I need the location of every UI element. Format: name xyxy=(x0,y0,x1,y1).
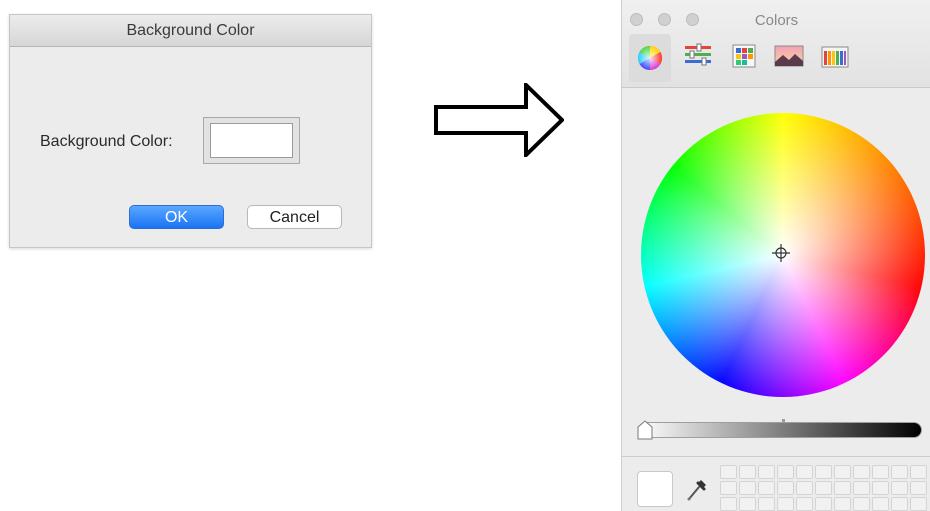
color-swatch-slot[interactable] xyxy=(815,497,832,511)
color-swatch-slot[interactable] xyxy=(891,481,908,495)
color-swatch-slot[interactable] xyxy=(739,481,756,495)
color-swatch-slot[interactable] xyxy=(834,481,851,495)
color-swatch-slot[interactable] xyxy=(910,481,927,495)
color-swatch-slot[interactable] xyxy=(720,465,737,479)
color-swatch-slot[interactable] xyxy=(891,465,908,479)
colors-panel-title: Colors xyxy=(754,12,799,29)
tab-image-palettes[interactable] xyxy=(768,38,810,74)
color-swatch-slot[interactable] xyxy=(720,497,737,511)
colors-panel-footer xyxy=(622,456,930,511)
color-swatch-slot[interactable] xyxy=(910,465,927,479)
color-sliders-icon xyxy=(685,43,711,66)
background-color-dialog: Background Color Background Color: OK Ca… xyxy=(9,14,372,248)
background-color-well[interactable] xyxy=(203,117,300,164)
color-swatch-slot[interactable] xyxy=(853,481,870,495)
color-swatches-grid xyxy=(720,465,927,511)
brightness-slider[interactable] xyxy=(638,422,922,438)
color-swatch-slot[interactable] xyxy=(758,497,775,511)
color-swatch-slot[interactable] xyxy=(739,465,756,479)
color-swatch-slot[interactable] xyxy=(796,497,813,511)
color-swatch-slot[interactable] xyxy=(758,465,775,479)
color-swatch-slot[interactable] xyxy=(777,481,794,495)
brightness-slider-thumb[interactable] xyxy=(636,420,654,440)
crosshair-icon[interactable] xyxy=(772,244,790,262)
background-color-label: Background Color: xyxy=(40,133,173,150)
colors-panel: Colors xyxy=(621,0,930,511)
tab-color-sliders[interactable] xyxy=(677,38,719,74)
color-swatch-slot[interactable] xyxy=(891,497,908,511)
color-swatch-slot[interactable] xyxy=(815,465,832,479)
tab-color-wheel[interactable] xyxy=(629,34,671,82)
color-swatch-slot[interactable] xyxy=(853,465,870,479)
cancel-button[interactable]: Cancel xyxy=(247,205,342,229)
eyedropper-icon[interactable] xyxy=(685,475,709,503)
color-swatch-slot[interactable] xyxy=(815,481,832,495)
image-palettes-icon xyxy=(774,45,804,67)
pencils-icon xyxy=(821,46,849,68)
right-arrow-outline-icon xyxy=(434,83,564,157)
color-swatch-slot[interactable] xyxy=(777,465,794,479)
color-swatch-slot[interactable] xyxy=(872,481,889,495)
color-swatch-slot[interactable] xyxy=(739,497,756,511)
color-swatch-slot[interactable] xyxy=(720,481,737,495)
color-palettes-icon xyxy=(732,44,756,68)
color-swatch-slot[interactable] xyxy=(910,497,927,511)
color-wheel-icon xyxy=(637,45,663,70)
color-well-swatch xyxy=(210,123,293,158)
color-swatch-slot[interactable] xyxy=(796,465,813,479)
color-swatch-slot[interactable] xyxy=(834,465,851,479)
tab-pencils[interactable] xyxy=(814,38,856,74)
tab-color-palettes[interactable] xyxy=(723,38,765,74)
color-swatch-slot[interactable] xyxy=(853,497,870,511)
color-swatch-slot[interactable] xyxy=(834,497,851,511)
dialog-title: Background Color xyxy=(10,15,371,47)
color-swatch-slot[interactable] xyxy=(872,497,889,511)
current-color-swatch[interactable] xyxy=(637,471,673,507)
color-swatch-slot[interactable] xyxy=(777,497,794,511)
color-swatch-slot[interactable] xyxy=(872,465,889,479)
dialog-body: Background Color: OK Cancel xyxy=(10,47,371,247)
color-swatch-slot[interactable] xyxy=(796,481,813,495)
ok-button[interactable]: OK xyxy=(129,205,224,229)
colors-panel-titlebar: Colors xyxy=(622,0,930,88)
color-swatch-slot[interactable] xyxy=(758,481,775,495)
